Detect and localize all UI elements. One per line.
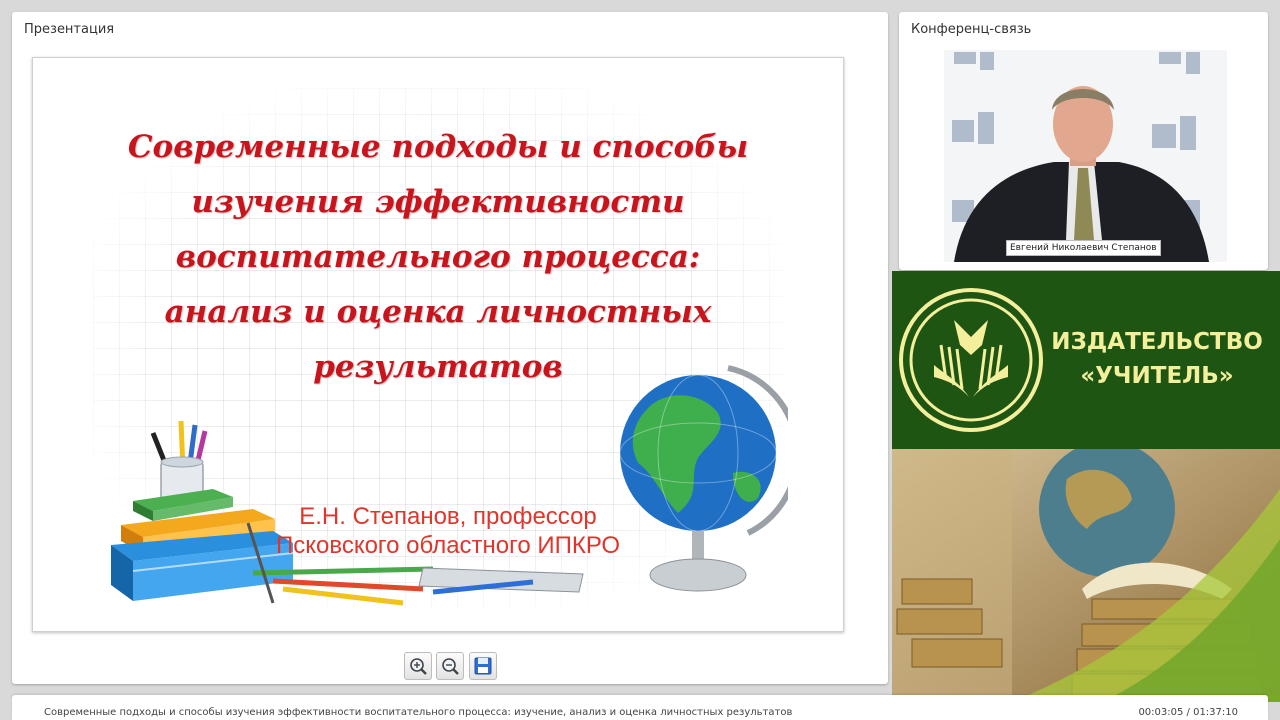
slide-title-line: анализ и оценка личностных [164,294,712,330]
slide-author: Е.Н. Степанов, профессор Псковского обла… [253,502,643,560]
save-button[interactable] [469,652,497,680]
speaker-video[interactable]: Евгений Николаевич Степанов [944,50,1227,262]
slide-title-line: воспитательного процесса: [175,239,701,275]
bottom-bar: Современные подходы и способы изучения э… [12,695,1268,720]
publisher-logo [899,288,1043,432]
books-globe-image [892,449,1280,702]
playback-time: 00:03:05 / 01:37:10 [1138,707,1238,718]
zoom-out-button[interactable] [436,652,464,680]
zoom-out-icon [442,658,459,675]
slide-title-line: Современные подходы и способы [127,129,749,165]
presentation-panel: Презентация Современные подходы и способ… [12,12,888,684]
publisher-banner: ИЗДАТЕЛЬСТВО «УЧИТЕЛЬ» [892,271,1280,449]
ruler-illustration [418,567,584,595]
globe-illustration [619,365,788,592]
publisher-name-line1: ИЗДАТЕЛЬСТВО [1051,329,1263,355]
slide-view: Современные подходы и способы изучения э… [32,57,844,632]
floppy-disk-icon [474,657,492,675]
conference-panel-title: Конференц-связь [911,22,1032,37]
slide-author-line: Е.Н. Степанов, профессор [299,503,597,530]
publisher-name-line2: «УЧИТЕЛЬ» [1080,363,1234,389]
conference-panel: Конференц-связь Евгений Николаевич Степа… [899,12,1268,270]
books-globe-photo [892,449,1280,702]
slide-title: Современные подходы и способы изучения э… [103,120,773,395]
slide-author-line: Псковского областного ИПКРО [275,532,621,559]
slide-title-line: изучения эффективности [191,184,685,220]
zoom-in-button[interactable] [404,652,432,680]
speaker-video-frame [944,50,1227,262]
webinar-title: Современные подходы и способы изучения э… [44,707,793,718]
zoom-in-icon [410,658,427,675]
presentation-panel-title: Презентация [24,22,115,37]
speaker-name-tag: Евгений Николаевич Степанов [1006,240,1161,256]
